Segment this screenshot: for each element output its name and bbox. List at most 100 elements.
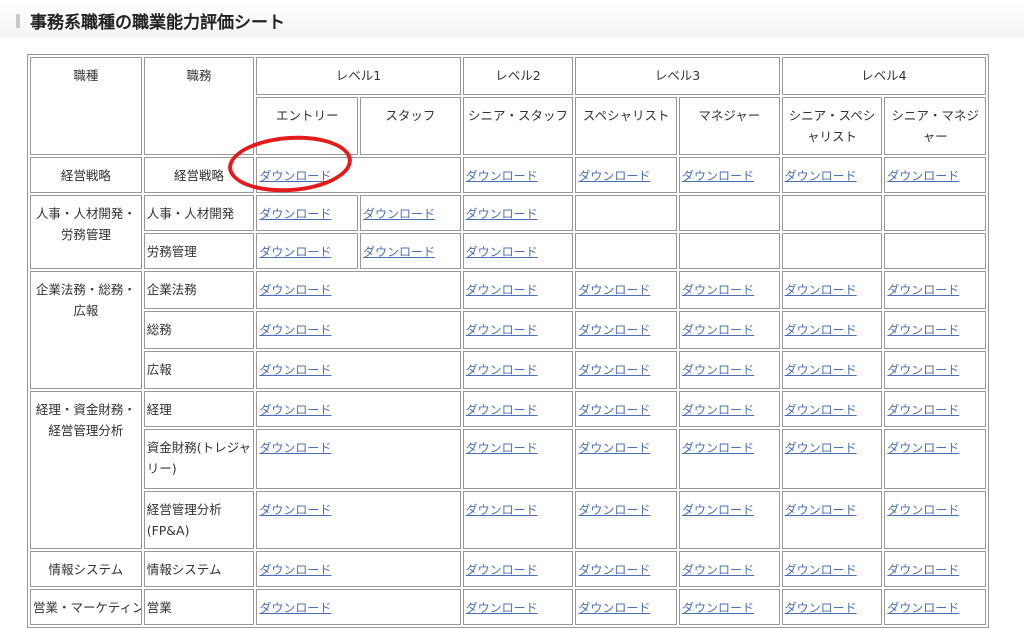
download-link[interactable]: ダウンロード	[682, 363, 754, 377]
empty-cell	[884, 233, 986, 269]
job-joho: 情報システム	[30, 551, 142, 587]
download-link[interactable]: ダウンロード	[682, 323, 754, 337]
table-row: 経理・資金財務・経営管理分析 経理 ダウンロード ダウンロード ダウンロード ダ…	[30, 391, 986, 549]
download-link[interactable]: ダウンロード	[466, 207, 538, 221]
header-senior-manager: シニア・マネジャー	[884, 97, 986, 155]
download-link[interactable]: ダウンロード	[578, 169, 650, 183]
download-link[interactable]: ダウンロード	[682, 441, 754, 455]
download-link[interactable]: ダウンロード	[578, 323, 650, 337]
download-link[interactable]: ダウンロード	[682, 403, 754, 417]
download-link[interactable]: ダウンロード	[466, 283, 538, 297]
download-link[interactable]: ダウンロード	[259, 441, 331, 455]
table-row: 企業法務・総務・広報 企業法務 ダウンロード ダウンロード ダウンロード ダウン…	[30, 271, 986, 389]
download-link[interactable]: ダウンロード	[682, 563, 754, 577]
download-link[interactable]: ダウンロード	[259, 601, 331, 615]
table-row: 広報 ダウンロード ダウンロード ダウンロード ダウンロード ダウンロード ダウ…	[30, 351, 986, 389]
table-row: 経営管理分析(FP&A) ダウンロード ダウンロード ダウンロード ダウンロード…	[30, 491, 986, 549]
duty-eigyo: 営業	[143, 589, 255, 625]
empty-cell	[679, 233, 780, 269]
download-link[interactable]: ダウンロード	[785, 563, 857, 577]
duty-koho: 広報	[143, 351, 255, 389]
download-link[interactable]: ダウンロード	[785, 601, 857, 615]
download-link[interactable]: ダウンロード	[466, 403, 538, 417]
download-link[interactable]: ダウンロード	[682, 169, 754, 183]
download-link[interactable]: ダウンロード	[887, 363, 959, 377]
download-link[interactable]: ダウンロード	[259, 207, 331, 221]
download-link[interactable]: ダウンロード	[259, 403, 331, 417]
header-row-levels: 職種 職務 レベル1 レベル2 レベル3 レベル4	[30, 57, 986, 155]
download-link[interactable]: ダウンロード	[259, 283, 331, 297]
download-link[interactable]: ダウンロード	[466, 245, 538, 259]
download-link[interactable]: ダウンロード	[887, 169, 959, 183]
empty-cell	[884, 195, 986, 231]
table-row: 人事・人材開発・労務管理 人事・人材開発 ダウンロード ダウンロード ダウンロー…	[30, 195, 986, 269]
download-link[interactable]: ダウンロード	[785, 323, 857, 337]
download-link[interactable]: ダウンロード	[682, 601, 754, 615]
header-manager: マネジャー	[679, 97, 780, 155]
download-link[interactable]: ダウンロード	[578, 363, 650, 377]
download-link[interactable]: ダウンロード	[578, 441, 650, 455]
download-link[interactable]: ダウンロード	[785, 403, 857, 417]
download-link[interactable]: ダウンロード	[578, 283, 650, 297]
duty-keiei: 経営戦略	[143, 157, 255, 193]
duty-bunseki: 経営管理分析(FP&A)	[143, 491, 255, 549]
download-link[interactable]: ダウンロード	[363, 207, 435, 221]
download-link[interactable]: ダウンロード	[578, 403, 650, 417]
download-link[interactable]: ダウンロード	[785, 363, 857, 377]
duty-jinji-kaihatsu: 人事・人材開発	[143, 195, 255, 231]
download-link[interactable]: ダウンロード	[785, 169, 857, 183]
download-link[interactable]: ダウンロード	[466, 323, 538, 337]
download-link[interactable]: ダウンロード	[887, 503, 959, 517]
page-header: 事務系職種の職業能力評価シート	[0, 0, 1024, 38]
download-link[interactable]: ダウンロード	[682, 503, 754, 517]
job-jinji: 人事・人材開発・労務管理	[30, 195, 142, 269]
page-title-text: 事務系職種の職業能力評価シート	[30, 13, 285, 33]
header-entry: エントリー	[256, 97, 359, 155]
duty-shikin: 資金財務(トレジャリー)	[143, 429, 255, 489]
evaluation-sheet-table: 職種 職務 レベル1 レベル2 レベル3 レベル4 エントリー スタッフ シニア…	[27, 54, 989, 628]
table-row: 資金財務(トレジャリー) ダウンロード ダウンロード ダウンロード ダウンロード…	[30, 429, 986, 489]
download-link[interactable]: ダウンロード	[785, 503, 857, 517]
header-job-type: 職種	[30, 57, 142, 155]
job-kigyo: 企業法務・総務・広報	[30, 271, 142, 389]
header-level-4: レベル4	[781, 57, 986, 95]
download-link[interactable]: ダウンロード	[887, 441, 959, 455]
duty-homu: 企業法務	[143, 271, 255, 309]
download-link[interactable]: ダウンロード	[466, 363, 538, 377]
header-level-1: レベル1	[256, 57, 461, 95]
download-link[interactable]: ダウンロード	[259, 245, 331, 259]
download-link[interactable]: ダウンロード	[578, 601, 650, 615]
empty-cell	[781, 195, 883, 231]
download-link[interactable]: ダウンロード	[578, 563, 650, 577]
download-link[interactable]: ダウンロード	[466, 441, 538, 455]
download-link[interactable]: ダウンロード	[259, 323, 331, 337]
download-link[interactable]: ダウンロード	[887, 283, 959, 297]
job-keiei: 経営戦略	[30, 157, 142, 193]
download-link[interactable]: ダウンロード	[259, 363, 331, 377]
download-link[interactable]: ダウンロード	[466, 503, 538, 517]
download-link[interactable]: ダウンロード	[887, 403, 959, 417]
download-link[interactable]: ダウンロード	[887, 601, 959, 615]
download-link[interactable]: ダウンロード	[785, 283, 857, 297]
header-senior-staff: シニア・スタッフ	[462, 97, 574, 155]
download-link[interactable]: ダウンロード	[887, 563, 959, 577]
download-link[interactable]: ダウンロード	[466, 563, 538, 577]
table-row: 営業・マーケティン 営業 ダウンロード ダウンロード ダウンロード ダウンロード…	[30, 589, 986, 625]
download-link[interactable]: ダウンロード	[259, 503, 331, 517]
table-row: 経営戦略 経営戦略 ダウンロード ダウンロード ダウンロード ダウンロード ダウ…	[30, 157, 986, 193]
download-link[interactable]: ダウンロード	[887, 323, 959, 337]
job-keiri: 経理・資金財務・経営管理分析	[30, 391, 142, 549]
download-link[interactable]: ダウンロード	[466, 601, 538, 615]
download-link[interactable]: ダウンロード	[466, 169, 538, 183]
download-link[interactable]: ダウンロード	[259, 563, 331, 577]
download-link[interactable]: ダウンロード	[785, 441, 857, 455]
download-link[interactable]: ダウンロード	[363, 245, 435, 259]
duty-somu: 総務	[143, 311, 255, 349]
download-link[interactable]: ダウンロード	[578, 503, 650, 517]
empty-cell	[575, 195, 677, 231]
header-staff: スタッフ	[360, 97, 461, 155]
download-link[interactable]: ダウンロード	[682, 283, 754, 297]
download-link[interactable]: ダウンロード	[259, 169, 331, 183]
header-senior-specialist: シニア・スペシャリスト	[781, 97, 883, 155]
header-level-3: レベル3	[575, 57, 780, 95]
